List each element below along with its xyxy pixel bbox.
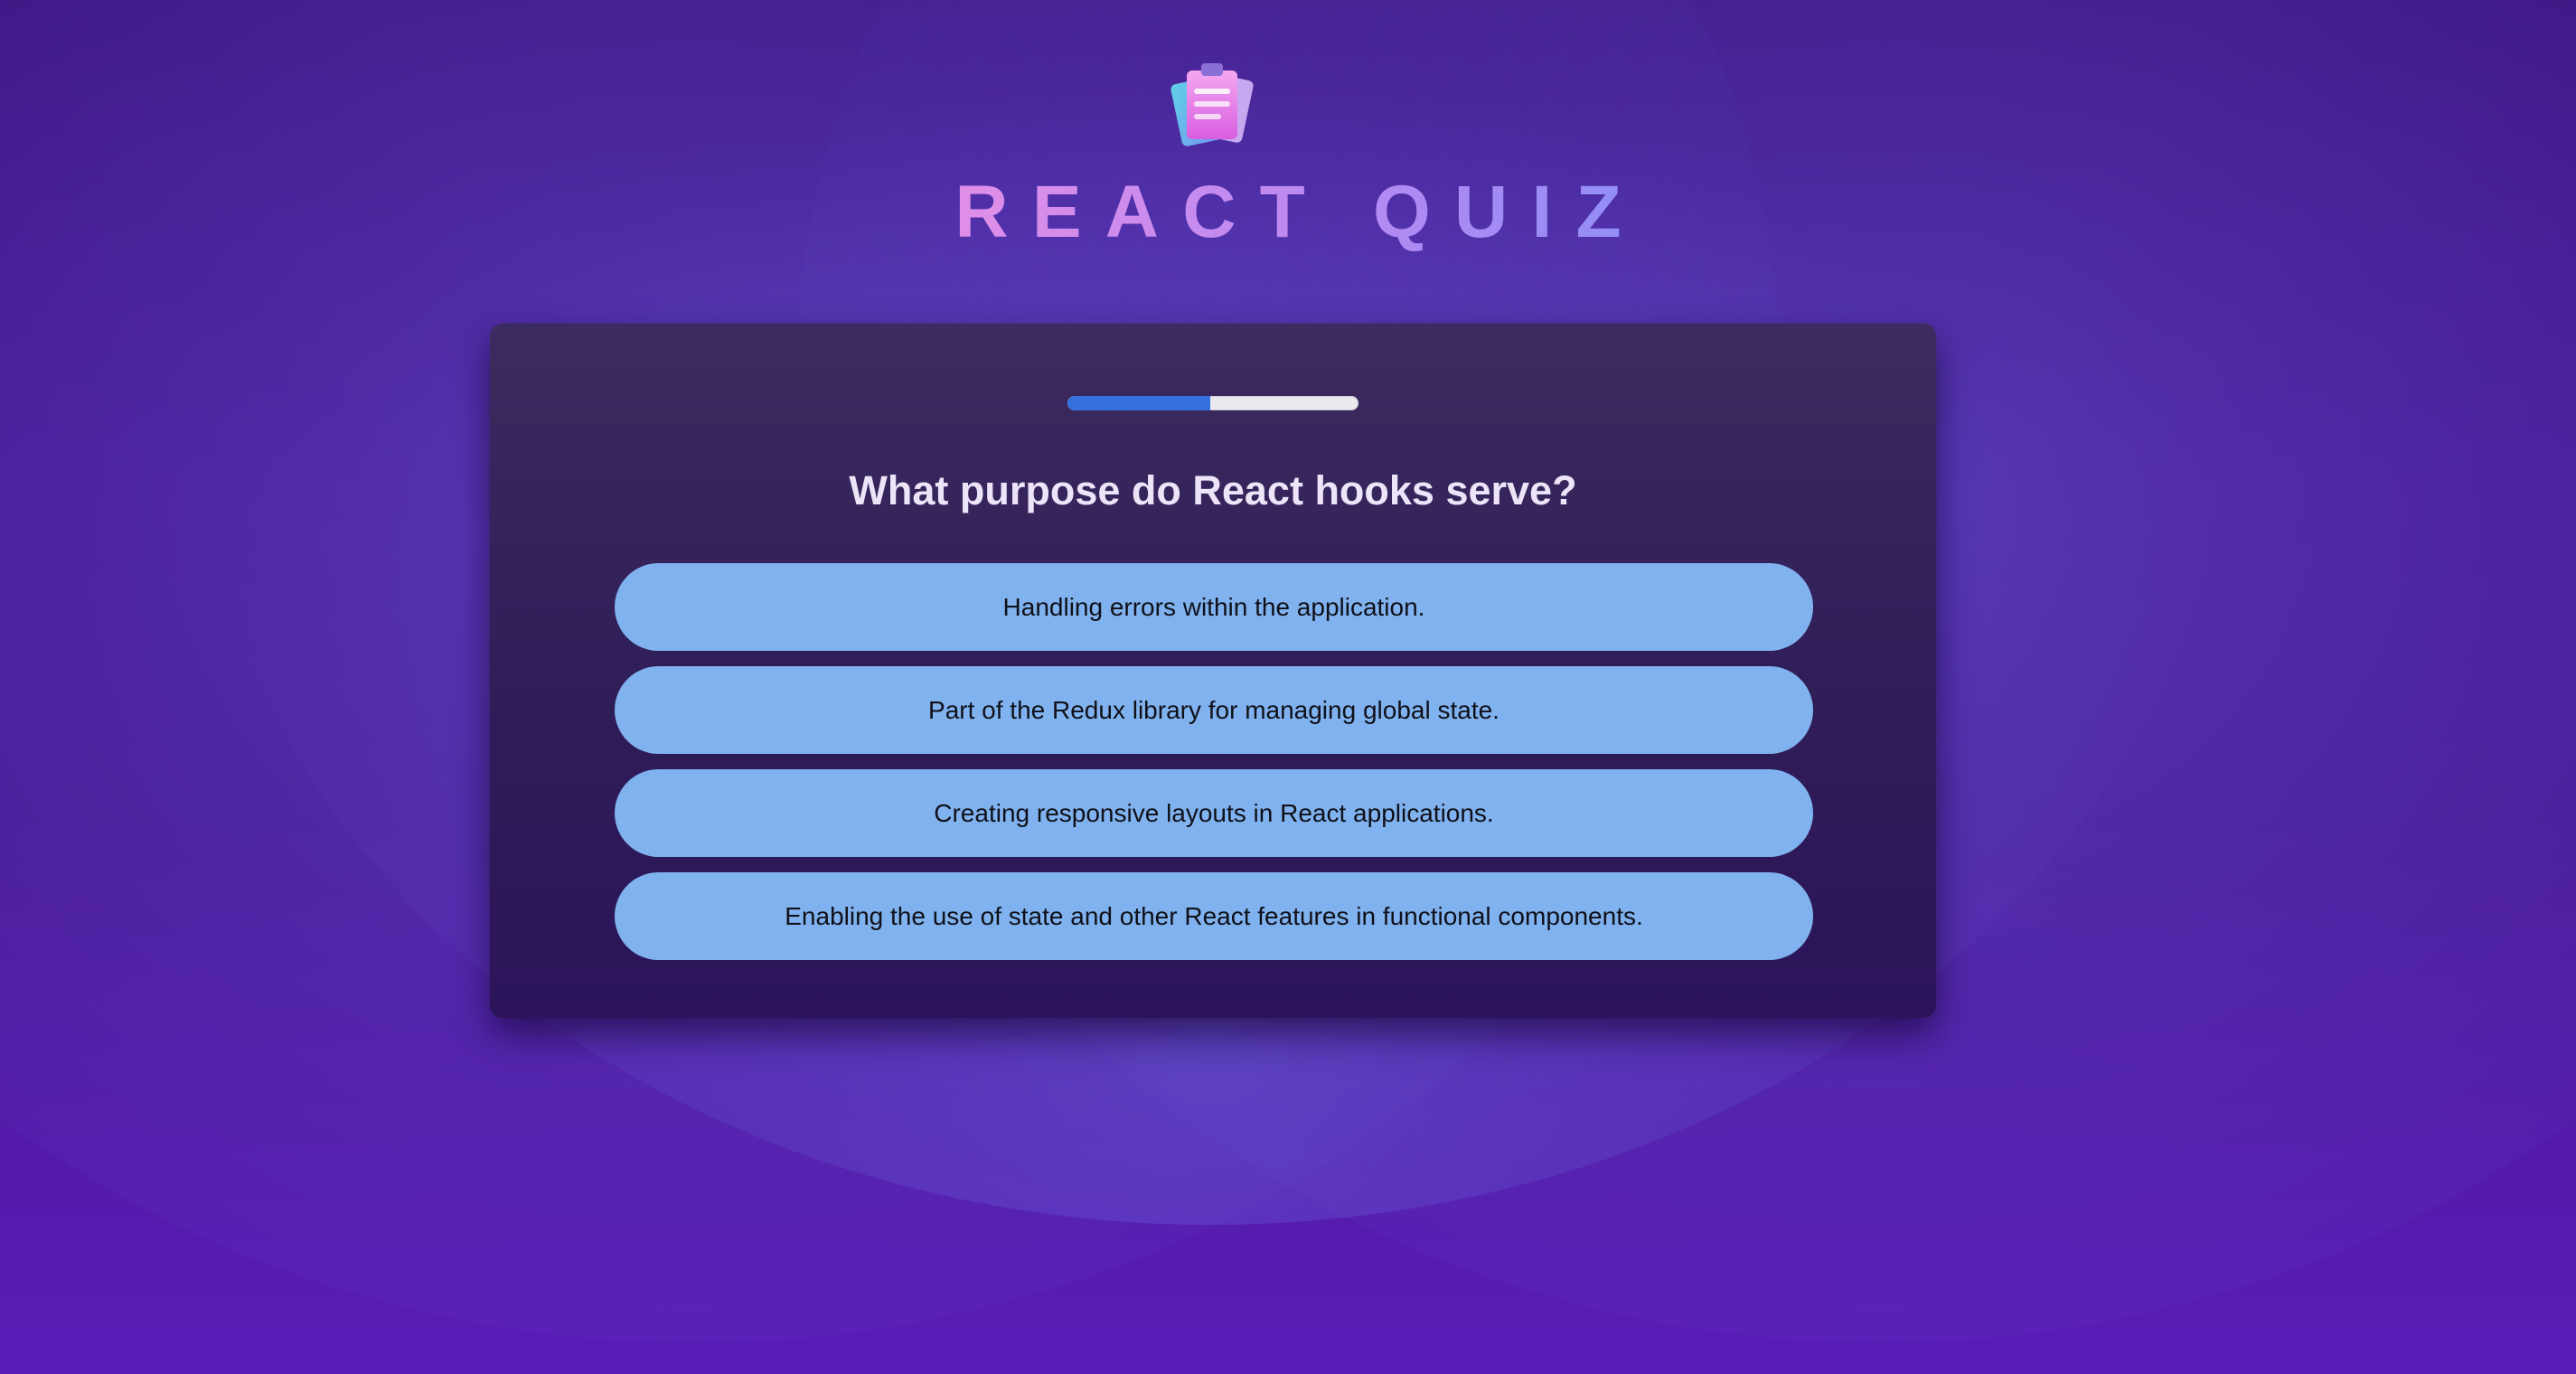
progress-bar-fill — [1067, 396, 1210, 410]
page-title-text: REACT QUIZ — [954, 171, 1645, 253]
answer-option-1[interactable]: Handling errors within the application. — [615, 563, 1813, 651]
question-text: What purpose do React hooks serve? — [849, 467, 1577, 513]
quiz-logo-icon — [1161, 54, 1261, 154]
answer-option-3[interactable]: Creating responsive layouts in React app… — [615, 769, 1813, 857]
quiz-card: What purpose do React hooks serve? Handl… — [490, 324, 1936, 1018]
answer-options: Handling errors within the application. … — [615, 563, 1813, 975]
page-title: REACT QUIZ — [0, 163, 2576, 262]
answer-option-4[interactable]: Enabling the use of state and other Reac… — [615, 872, 1813, 960]
answer-option-2[interactable]: Part of the Redux library for managing g… — [615, 666, 1813, 754]
progress-bar — [1067, 396, 1359, 410]
